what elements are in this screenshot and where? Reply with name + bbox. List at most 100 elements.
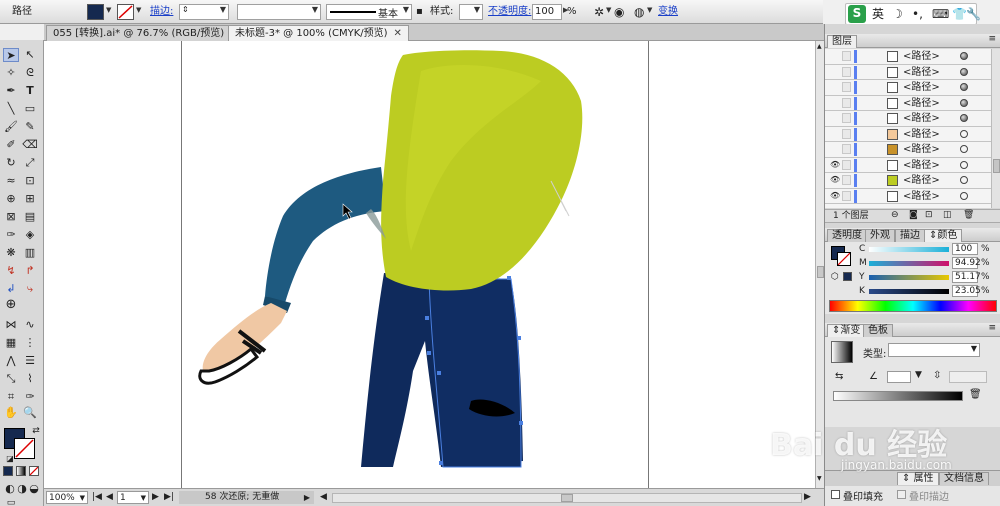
- fill-color-swatch[interactable]: [87, 4, 104, 20]
- black-slider[interactable]: [869, 289, 949, 294]
- scrollbar-thumb[interactable]: [817, 266, 824, 278]
- tab-stroke[interactable]: 描边: [895, 229, 925, 242]
- layer-row[interactable]: <路径>: [825, 80, 991, 96]
- target-icon[interactable]: [960, 160, 968, 169]
- sleeve-shape[interactable]: [265, 167, 386, 303]
- transform-link[interactable]: 变换: [658, 4, 678, 20]
- panel-menu-icon[interactable]: ≡: [988, 34, 996, 44]
- measure-tool-icon[interactable]: ⤡: [3, 372, 19, 386]
- color-spectrum-bar[interactable]: [829, 300, 997, 312]
- gamut-swatch[interactable]: [843, 272, 852, 281]
- opacity-input[interactable]: 100: [532, 4, 562, 20]
- lock-toggle[interactable]: [842, 144, 851, 154]
- hand-tool-icon[interactable]: ✋: [3, 406, 19, 420]
- delete-stop-icon[interactable]: 🗑: [969, 389, 982, 400]
- visibility-toggle[interactable]: [830, 144, 839, 154]
- zoom-tool-icon[interactable]: 🔍: [22, 406, 38, 420]
- crop-tool-icon[interactable]: ⌗: [3, 390, 19, 404]
- eye-icon[interactable]: 👁: [830, 175, 840, 185]
- type-tool-icon[interactable]: T: [22, 84, 38, 98]
- draw-inside-icon[interactable]: ◒: [26, 482, 42, 496]
- lock-toggle[interactable]: [842, 66, 851, 77]
- vertical-scrollbar[interactable]: ▲ ▼: [815, 41, 824, 488]
- mesh-tool-icon[interactable]: ⊠: [3, 210, 19, 224]
- custom-tool-icon-2[interactable]: ↱: [22, 264, 38, 278]
- yellow-slider[interactable]: [869, 275, 949, 280]
- document-dropdown-arrow[interactable]: ▼: [647, 6, 652, 14]
- swap-colors-icon[interactable]: ⇄: [28, 424, 44, 438]
- shape-builder-tool-icon[interactable]: ⊕: [3, 192, 19, 206]
- artboard-tool-icon[interactable]: ⋈: [3, 318, 19, 332]
- lock-toggle[interactable]: [842, 159, 851, 170]
- variable-width-dropdown[interactable]: ▼: [237, 4, 321, 20]
- eye-icon[interactable]: 👁: [830, 191, 840, 201]
- gradient-angle-input[interactable]: [887, 371, 911, 383]
- lock-toggle[interactable]: [842, 97, 851, 108]
- tab-transparency[interactable]: 透明度: [827, 229, 867, 242]
- punctuation-icon[interactable]: •,: [912, 6, 923, 22]
- artboard-number-select[interactable]: 1 ▼: [117, 491, 149, 504]
- target-icon[interactable]: [960, 83, 968, 91]
- eyedropper-tool-icon[interactable]: ✑: [3, 228, 19, 242]
- tab-gradient[interactable]: ⇕渐变: [827, 324, 866, 337]
- stroke-color-swatch[interactable]: [117, 4, 134, 20]
- cyan-value[interactable]: 100: [952, 243, 978, 255]
- custom-tool-icon-3[interactable]: ↲: [3, 282, 19, 296]
- magic-wand-tool-icon[interactable]: ✧: [3, 66, 19, 80]
- color-mode-icon[interactable]: [3, 466, 13, 476]
- tab-layers[interactable]: 图层: [827, 35, 857, 48]
- aspect-ratio-input[interactable]: [949, 371, 987, 383]
- lock-toggle[interactable]: [842, 175, 851, 185]
- document-setup-icon[interactable]: ◍: [634, 4, 644, 20]
- column-graph-tool-icon[interactable]: ▥: [22, 246, 38, 260]
- lock-toggle[interactable]: [842, 128, 851, 139]
- out-of-gamut-icon[interactable]: ⬡: [831, 272, 839, 282]
- opacity-label[interactable]: 不透明度:: [488, 4, 531, 20]
- moon-icon[interactable]: ☽: [892, 6, 903, 22]
- screen-mode-icon[interactable]: ▭: [3, 496, 19, 506]
- aspect-ratio-icon[interactable]: ⇳: [933, 370, 941, 381]
- close-icon[interactable]: ✕: [394, 28, 402, 39]
- layer-row[interactable]: 👁 <路径>: [825, 157, 991, 173]
- tab-document-info[interactable]: 文档信息: [939, 472, 989, 485]
- ime-mode[interactable]: 英: [872, 6, 884, 22]
- stroke-dropdown-arrow[interactable]: ▼: [136, 6, 141, 14]
- crosshair-tool-icon[interactable]: ⊕: [3, 298, 19, 312]
- shirt-icon[interactable]: 👕: [952, 6, 967, 22]
- tab-swatches[interactable]: 色板: [863, 324, 893, 337]
- fill-dropdown-arrow[interactable]: ▼: [106, 6, 111, 14]
- blob-brush-tool-icon[interactable]: ✐: [3, 138, 19, 152]
- lock-toggle[interactable]: [842, 82, 851, 92]
- none-mode-icon[interactable]: [29, 466, 39, 476]
- graphic-style-dropdown[interactable]: ▼: [459, 4, 483, 20]
- scrollbar-thumb[interactable]: [993, 159, 1000, 173]
- layer-row[interactable]: 👁 <路径>: [825, 173, 991, 189]
- ime-logo[interactable]: S: [848, 5, 866, 23]
- panel-menu-icon[interactable]: ≡: [988, 323, 996, 333]
- scroll-down-icon[interactable]: ▼: [817, 475, 822, 482]
- target-icon[interactable]: [960, 145, 968, 153]
- stepper-icon[interactable]: ⇕: [182, 5, 189, 14]
- prev-artboard-icon[interactable]: ◀: [106, 491, 113, 504]
- direct-selection-tool-icon[interactable]: ↖: [22, 48, 38, 62]
- eraser-tool-icon[interactable]: ⌫: [22, 138, 38, 152]
- target-icon[interactable]: [960, 67, 968, 76]
- gradient-tool-icon[interactable]: ▤: [22, 210, 38, 224]
- overprint-fill-checkbox[interactable]: [831, 490, 840, 499]
- pencil-tool-icon[interactable]: ✎: [22, 120, 38, 134]
- gradient-mode-icon[interactable]: [16, 466, 26, 476]
- layers-scrollbar[interactable]: [991, 49, 1000, 208]
- layer-row[interactable]: <路径>: [825, 142, 991, 158]
- visibility-toggle[interactable]: [830, 113, 839, 123]
- target-icon[interactable]: [960, 52, 968, 60]
- list-tool-icon[interactable]: ☰: [22, 354, 38, 368]
- rotate-tool-icon[interactable]: ↻: [3, 156, 19, 170]
- warp-tool-icon[interactable]: ≈: [3, 174, 19, 188]
- black-value[interactable]: 23.05: [952, 285, 981, 297]
- visibility-toggle[interactable]: [830, 67, 839, 77]
- visibility-toggle[interactable]: [830, 129, 839, 139]
- align-tool-icon[interactable]: ⋮: [22, 336, 38, 350]
- perspective-grid-tool-icon[interactable]: ⊞: [22, 192, 38, 206]
- lock-toggle[interactable]: [842, 113, 851, 123]
- keyboard-icon[interactable]: ⌨: [932, 6, 949, 22]
